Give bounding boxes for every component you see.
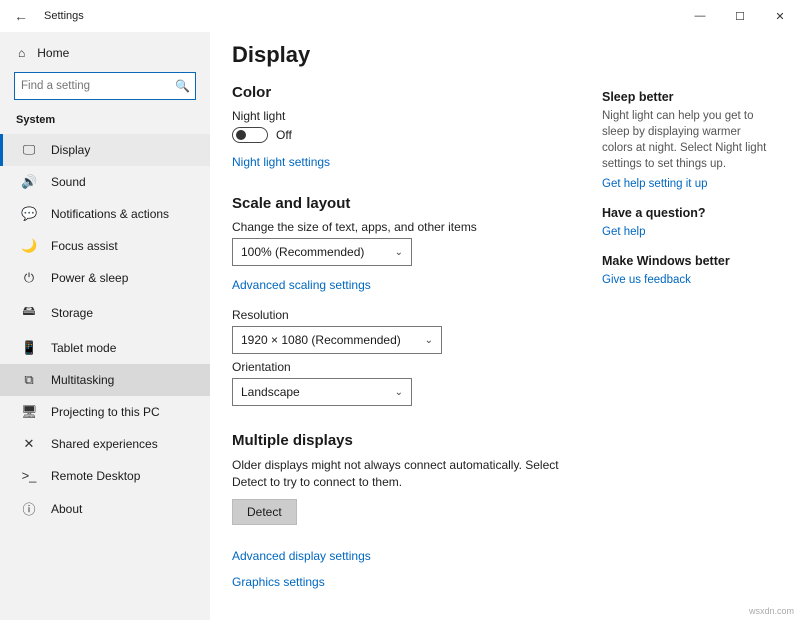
night-light-toggle[interactable]: Off [232, 127, 602, 143]
advanced-display-link[interactable]: Advanced display settings [232, 549, 371, 563]
minimize-button[interactable]: — [680, 0, 720, 32]
sidebar-item-label: Multitasking [51, 373, 114, 387]
projecting-to-this-pc-icon: 🖥 [21, 404, 37, 420]
resolution-value: 1920 × 1080 (Recommended) [241, 333, 401, 347]
home-nav[interactable]: ⌂ Home [0, 40, 210, 70]
sidebar-item-notifications-actions[interactable]: 💬 Notifications & actions [0, 198, 210, 230]
page-title: Display [232, 42, 602, 68]
display-icon: 🖵 [21, 142, 37, 158]
back-button[interactable]: ← [14, 8, 34, 24]
detect-button[interactable]: Detect [232, 499, 297, 525]
orientation-value: Landscape [241, 385, 300, 399]
sidebar: ⌂ Home 🔍 System 🖵 Display 🔊 Sound 💬 Notificat… [0, 32, 210, 620]
search-input-wrap[interactable]: 🔍 [14, 72, 196, 100]
chevron-down-icon: ⌄ [425, 335, 433, 346]
sidebar-item-label: Sound [51, 175, 86, 189]
get-help-link[interactable]: Get help [602, 226, 772, 238]
sidebar-item-label: Shared experiences [51, 437, 158, 451]
multiple-displays-heading: Multiple displays [232, 432, 602, 449]
multitasking-icon: ⧉ [21, 372, 37, 388]
content-area: Display Color Night light Off Night ligh… [232, 42, 602, 620]
right-panel: Sleep better Night light can help you ge… [602, 42, 772, 620]
night-light-label: Night light [232, 109, 602, 123]
remote-desktop-icon: >_ [21, 468, 37, 483]
resolution-label: Resolution [232, 308, 602, 322]
color-heading: Color [232, 84, 602, 101]
window-title: Settings [44, 10, 84, 22]
power-sleep-icon: ⏻ [21, 270, 37, 286]
shared-experiences-icon: ✕ [21, 436, 37, 452]
sidebar-item-sound[interactable]: 🔊 Sound [0, 166, 210, 198]
night-light-state: Off [276, 128, 292, 142]
feedback-heading: Make Windows better [602, 254, 772, 268]
sidebar-item-about[interactable]: ⓘ About [0, 491, 210, 526]
sidebar-item-power-sleep[interactable]: ⏻ Power & sleep [0, 262, 210, 294]
sidebar-item-label: Storage [51, 306, 93, 320]
question-heading: Have a question? [602, 206, 772, 220]
chevron-down-icon: ⌄ [395, 387, 403, 398]
home-label: Home [37, 46, 69, 60]
search-icon: 🔍 [175, 79, 190, 93]
sidebar-item-remote-desktop[interactable]: >_ Remote Desktop [0, 460, 210, 491]
sidebar-item-display[interactable]: 🖵 Display [0, 134, 210, 166]
sidebar-item-label: Tablet mode [51, 341, 116, 355]
maximize-button[interactable]: ☐ [720, 0, 760, 32]
sidebar-item-storage[interactable]: 🖴 Storage [0, 294, 210, 332]
sidebar-item-label: Projecting to this PC [51, 405, 160, 419]
scale-label: Change the size of text, apps, and other… [232, 220, 602, 234]
search-input[interactable] [21, 80, 175, 92]
close-button[interactable]: ✕ [760, 0, 800, 32]
sidebar-item-shared-experiences[interactable]: ✕ Shared experiences [0, 428, 210, 460]
sidebar-item-label: Display [51, 143, 90, 157]
sidebar-item-label: Remote Desktop [51, 469, 140, 483]
toggle-pill [232, 127, 268, 143]
feedback-link[interactable]: Give us feedback [602, 274, 772, 286]
sound-icon: 🔊 [21, 174, 37, 190]
sleep-help-link[interactable]: Get help setting it up [602, 178, 772, 190]
watermark: wsxdn.com [749, 606, 794, 616]
scale-heading: Scale and layout [232, 195, 602, 212]
sidebar-item-label: Notifications & actions [51, 207, 169, 221]
graphics-settings-link[interactable]: Graphics settings [232, 575, 325, 589]
home-icon: ⌂ [18, 46, 25, 60]
focus-assist-icon: 🌙 [21, 238, 37, 254]
multiple-displays-desc: Older displays might not always connect … [232, 457, 572, 491]
about-icon: ⓘ [21, 499, 37, 518]
notifications-actions-icon: 💬 [21, 206, 37, 222]
storage-icon: 🖴 [21, 302, 37, 324]
night-light-settings-link[interactable]: Night light settings [232, 155, 330, 169]
chevron-down-icon: ⌄ [395, 247, 403, 258]
sidebar-item-label: About [51, 502, 82, 516]
orientation-dropdown[interactable]: Landscape ⌄ [232, 378, 412, 406]
sidebar-item-projecting-to-this-pc[interactable]: 🖥 Projecting to this PC [0, 396, 210, 428]
sidebar-item-focus-assist[interactable]: 🌙 Focus assist [0, 230, 210, 262]
sidebar-item-multitasking[interactable]: ⧉ Multitasking [0, 364, 210, 396]
sidebar-item-label: Focus assist [51, 239, 118, 253]
scale-dropdown[interactable]: 100% (Recommended) ⌄ [232, 238, 412, 266]
resolution-dropdown[interactable]: 1920 × 1080 (Recommended) ⌄ [232, 326, 442, 354]
section-label: System [0, 110, 210, 134]
orientation-label: Orientation [232, 360, 602, 374]
sidebar-item-label: Power & sleep [51, 271, 128, 285]
scale-value: 100% (Recommended) [241, 245, 364, 259]
advanced-scaling-link[interactable]: Advanced scaling settings [232, 278, 371, 292]
tablet-mode-icon: 📱 [21, 340, 37, 356]
sleep-better-text: Night light can help you get to sleep by… [602, 108, 772, 172]
sidebar-item-tablet-mode[interactable]: 📱 Tablet mode [0, 332, 210, 364]
sleep-better-heading: Sleep better [602, 90, 772, 104]
